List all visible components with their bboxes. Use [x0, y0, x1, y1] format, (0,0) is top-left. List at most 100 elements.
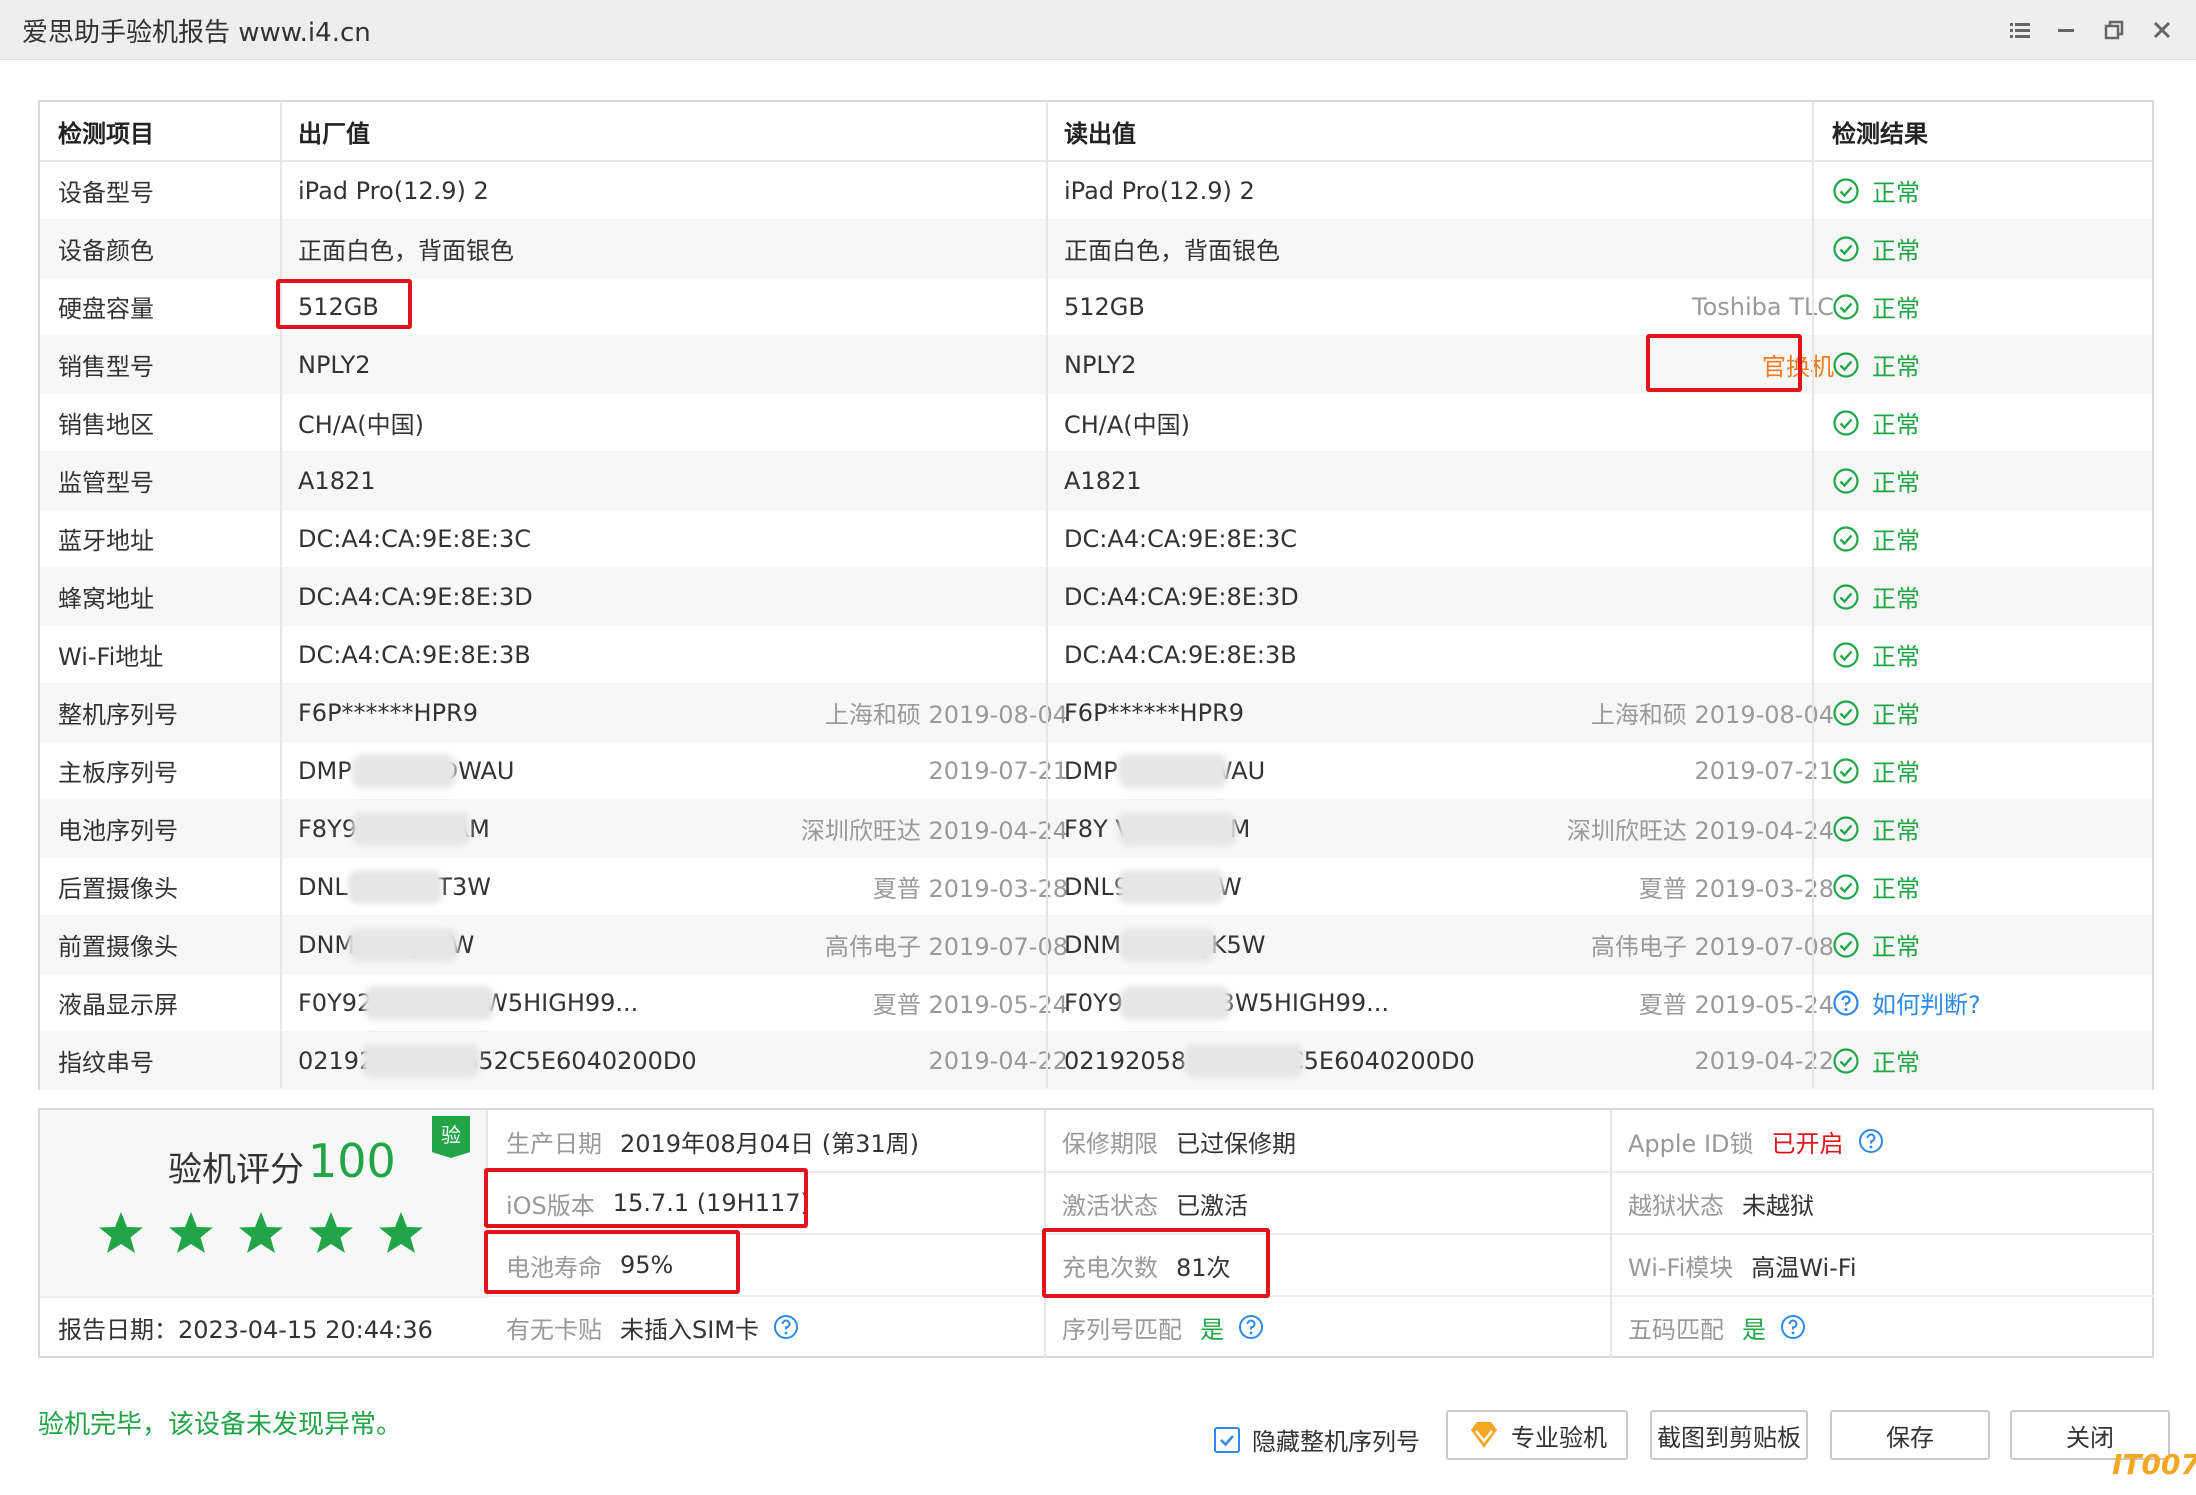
apple-id-value: 已开启 [1771, 1129, 1844, 1158]
close-icon[interactable] [2142, 10, 2182, 50]
result: 正常 [1832, 452, 1920, 509]
item-name: 后置摄像头 [58, 875, 178, 903]
table-row: 设备颜色 正面白色，背面银色 正面白色，背面银色 正常 [40, 220, 2152, 278]
privacy-blur [352, 812, 470, 846]
factory-meta: 高伟电子 2019-07-08 [824, 933, 1068, 961]
checkbox[interactable] [1214, 1426, 1240, 1453]
save-button[interactable]: 保存 [1830, 1410, 1990, 1460]
table-row: 硬盘容量 512GB 512GB Toshiba TLC 正常 [40, 278, 2152, 336]
help-icon[interactable] [773, 1314, 799, 1340]
result[interactable]: 如何判断? [1832, 974, 1981, 1031]
factory-value: 02192 D42C8652C5E6040200D0 [298, 1046, 697, 1075]
check-circle-icon [1832, 1047, 1860, 1075]
battery-value: 95% [620, 1251, 674, 1279]
item-name: 指纹串号 [58, 1049, 154, 1077]
factory-value: NPLY2 [298, 350, 371, 379]
divider [40, 1296, 488, 1298]
activation-label: 激活状态 [1062, 1191, 1158, 1220]
table-row: Wi-Fi地址 DC:A4:CA:9E:8E:3B DC:A4:CA:9E:8E:3… [40, 626, 2152, 684]
jailbreak-value: 未越狱 [1742, 1191, 1814, 1220]
table-row: 液晶显示屏 F0Y92 GXMCA3W5HIGH99... 夏普 2019-05-2… [40, 974, 2152, 1032]
item-name: 整机序列号 [58, 701, 178, 729]
privacy-blur [364, 986, 494, 1020]
pro-inspection-label: 专业验机 [1511, 1423, 1607, 1452]
check-circle-icon [1832, 467, 1860, 495]
item-name: 蓝牙地址 [58, 527, 154, 555]
result-label: 正常 [1872, 237, 1920, 265]
item-name: Wi-Fi地址 [58, 643, 164, 671]
check-icon [1220, 1434, 1234, 1446]
table-row: 电池序列号F8Y9 'HH1YCAM深圳欣旺达 2019-04-24F8Y VH… [40, 800, 2152, 858]
table-row: 主板序列号DMP 003HXDWAU2019-07-21DMP 03HXDWAU… [40, 742, 2152, 800]
pro-inspection-button[interactable]: 专业验机 [1446, 1410, 1628, 1460]
factory-value: 512GB [298, 292, 379, 321]
warranty-label: 保修期限 [1062, 1129, 1158, 1158]
restore-icon[interactable] [2094, 10, 2134, 50]
result-label: 正常 [1872, 295, 1920, 323]
column-divider [1046, 102, 1048, 1088]
table-row: 设备型号 iPad Pro(12.9) 2 iPad Pro(12.9) 2 正常 [40, 162, 2152, 220]
ios-label: iOS版本 [506, 1191, 595, 1220]
activation: 激活状态 已激活 [1062, 1172, 1248, 1234]
screenshot-button[interactable]: 截图到剪贴板 [1650, 1410, 1808, 1460]
divider [1044, 1110, 1046, 1358]
ios-version: iOS版本 15.7.1 (19H117) [506, 1172, 810, 1234]
verify-badge: 验 [432, 1116, 470, 1158]
result-label: 正常 [1872, 1049, 1920, 1077]
rating-stars [98, 1210, 424, 1256]
factory-value: DC:A4:CA:9E:8E:3B [298, 640, 531, 669]
privacy-blur [352, 754, 456, 788]
check-circle-icon [1832, 931, 1860, 959]
activation-value: 已激活 [1176, 1191, 1248, 1220]
factory-meta: 深圳欣旺达 2019-04-24 [800, 817, 1068, 845]
item-name: 销售型号 [58, 353, 154, 381]
check-circle-icon [1832, 815, 1860, 843]
result: 正常 [1832, 394, 1920, 451]
table-row: 整机序列号 F6P******HPR9 上海和硕 2019-08-04 F6P****… [40, 684, 2152, 742]
factory-meta: 上海和硕 2019-08-04 [824, 701, 1068, 729]
privacy-blur [362, 1044, 480, 1078]
check-circle-icon [1832, 235, 1860, 263]
table-row: 后置摄像头DNL 67H1HT3W夏普 2019-03-28DNL9 H1HT3… [40, 858, 2152, 916]
privacy-blur [1118, 870, 1224, 904]
item-name: 前置摄像头 [58, 933, 178, 961]
check-circle-icon [1832, 351, 1860, 379]
item-name: 主板序列号 [58, 759, 178, 787]
help-icon[interactable] [1238, 1314, 1264, 1340]
item-name: 设备型号 [58, 179, 154, 207]
help-icon[interactable] [1858, 1128, 1884, 1154]
wifi-module-value: 高温Wi-Fi [1751, 1253, 1857, 1282]
privacy-blur [348, 928, 458, 962]
result-label: 正常 [1872, 701, 1920, 729]
column-divider [280, 102, 282, 1088]
divider [1610, 1110, 1612, 1358]
watermark-logo: IT007 [2112, 1448, 2196, 1481]
check-circle-icon [1832, 177, 1860, 205]
sim-label: 有无卡贴 [506, 1315, 602, 1344]
five-code-value: 是 [1742, 1315, 1766, 1344]
star-icon [168, 1210, 214, 1256]
charge-count-label: 充电次数 [1062, 1253, 1158, 1282]
result: 正常 [1832, 684, 1920, 741]
hide-serial-checkbox[interactable]: 隐藏整机序列号 [1214, 1422, 1420, 1457]
help-icon[interactable] [1780, 1314, 1806, 1340]
wifi-module: Wi-Fi模块 高温Wi-Fi [1628, 1234, 1857, 1296]
ios-value: 15.7.1 (19H117) [612, 1189, 810, 1217]
menu-icon[interactable] [2000, 10, 2040, 50]
result: 正常 [1832, 916, 1920, 973]
minimize-icon[interactable] [2046, 10, 2086, 50]
star-icon [98, 1210, 144, 1256]
factory-value: F6P******HPR9 [298, 698, 479, 727]
five-code-label: 五码匹配 [1628, 1315, 1724, 1344]
result: 正常 [1832, 742, 1920, 799]
read-value: F6P******HPR9 [1064, 698, 1245, 727]
header-factory: 出厂值 [298, 119, 370, 148]
result: 正常 [1832, 626, 1920, 683]
read-value: iPad Pro(12.9) 2 [1064, 176, 1255, 205]
table-row: 销售型号 NPLY2 NPLY2 官换机 正常 [40, 336, 2152, 394]
inspection-table: 检测项目 出厂值 读出值 检测结果 设备型号 iPad Pro(12.9) 2 iP… [38, 100, 2154, 1090]
item-name: 液晶显示屏 [58, 991, 178, 1019]
serial-match-label: 序列号匹配 [1062, 1315, 1182, 1344]
header-item: 检测项目 [58, 119, 154, 148]
report-date: 报告日期：2023-04-15 20:44:36 [58, 1315, 433, 1344]
